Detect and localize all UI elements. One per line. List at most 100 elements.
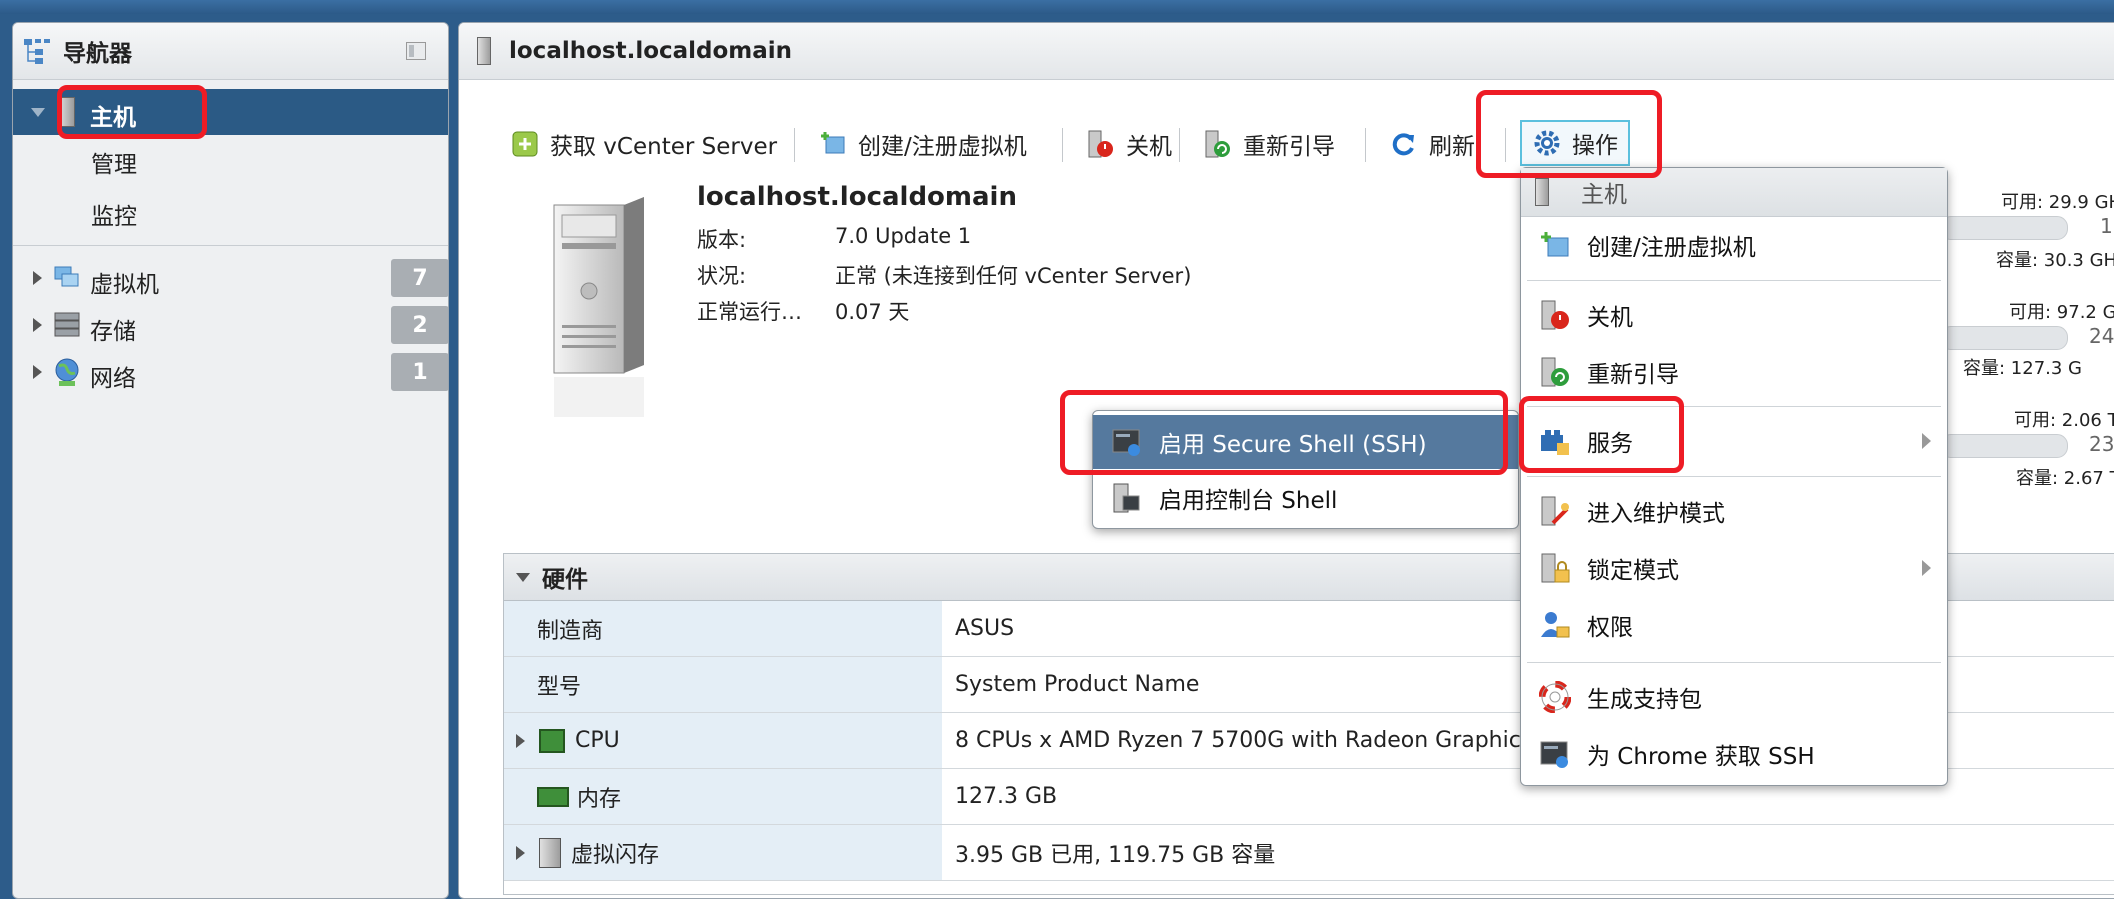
refresh-label: 刷新 [1429, 134, 1475, 160]
toolbar-separator [1179, 128, 1180, 162]
highlight-box [1519, 396, 1684, 473]
highlight-box [57, 85, 207, 139]
cpu-chip-icon [539, 728, 565, 753]
collapse-arrow-icon[interactable] [516, 572, 530, 582]
menu-separator [1527, 476, 1941, 477]
nav-monitor-label: 监控 [91, 204, 137, 230]
expand-arrow-icon[interactable] [33, 318, 42, 332]
get-vcenter-label: 获取 vCenter Server [550, 134, 778, 160]
row-label: CPU [575, 728, 620, 753]
get-vcenter-button[interactable]: 获取 vCenter Server [510, 124, 777, 164]
nav-network-item[interactable]: 网络 1 [13, 353, 448, 393]
refresh-button[interactable]: 刷新 [1389, 124, 1475, 164]
menu-maintenance[interactable]: 进入维护模式 [1521, 484, 1947, 538]
storage-capacity: 容量: 2.67 T [2016, 468, 2114, 489]
storage-used: 23 [2089, 432, 2114, 456]
nav-divider [13, 245, 448, 246]
flash-storage-icon [539, 837, 561, 868]
create-vm-icon [818, 129, 848, 159]
reboot-button[interactable]: 重新引导 [1203, 124, 1335, 164]
cpu-capacity: 容量: 30.3 GH [1996, 250, 2114, 271]
row-label: 虚拟闪存 [571, 842, 660, 868]
menu-shutdown[interactable]: 关机 [1521, 288, 1947, 342]
navigator-panel: 导航器 主机 管理 监控 虚拟机 7 存储 2 网络 1 [12, 22, 449, 899]
info-label: 版本: [697, 228, 747, 252]
nav-manage-item[interactable]: 管理 [91, 145, 137, 179]
nav-storage-item[interactable]: 存储 2 [13, 306, 448, 346]
menu-lockdown[interactable]: 锁定模式 [1521, 541, 1947, 595]
user-permissions-icon [1539, 609, 1571, 641]
nav-vms-label: 虚拟机 [90, 272, 159, 298]
expand-arrow-icon[interactable] [516, 733, 525, 748]
shutdown-button[interactable]: 关机 [1086, 124, 1172, 164]
shutdown-label: 关机 [1126, 134, 1172, 160]
row-label: 制造商 [537, 618, 604, 644]
row-value: 127.3 GB [955, 784, 1058, 809]
nav-monitor-item[interactable]: 监控 [91, 197, 137, 231]
menu-permissions[interactable]: 权限 [1521, 598, 1947, 652]
power-off-icon [1539, 299, 1571, 331]
info-value: 0.07 天 [835, 300, 910, 324]
cpu-free: 可用: 29.9 GH [2001, 192, 2114, 213]
toolbar-separator [1365, 128, 1366, 162]
table-row[interactable]: 虚拟闪存 3.95 GB 已用, 119.75 GB 容量 [504, 825, 2114, 881]
submenu-arrow-icon [1922, 433, 1931, 449]
menu-create-vm[interactable]: 创建/注册虚拟机 [1521, 218, 1947, 272]
create-vm-label: 创建/注册虚拟机 [858, 134, 1027, 160]
menu-support-bundle[interactable]: 生成支持包 [1521, 670, 1947, 724]
info-value: 7.0 Update 1 [835, 224, 972, 248]
storage-free: 可用: 2.06 T [2014, 410, 2114, 431]
memory-usage-bar [1940, 326, 2068, 350]
highlight-box [1476, 90, 1662, 178]
row-label: 型号 [537, 674, 582, 700]
expand-arrow-icon[interactable] [33, 365, 42, 379]
storage-icon [53, 312, 81, 338]
create-vm-button[interactable]: 创建/注册虚拟机 [818, 124, 1027, 164]
vm-count-badge: 7 [391, 259, 448, 297]
collapse-arrow-icon[interactable] [31, 108, 45, 117]
nav-manage-label: 管理 [91, 152, 137, 178]
cpu-used: 1 [2100, 214, 2113, 238]
memory-used: 24 [2089, 324, 2114, 348]
vcenter-icon [510, 129, 540, 159]
nav-storage-label: 存储 [90, 319, 136, 345]
expand-arrow-icon[interactable] [516, 845, 525, 860]
memory-capacity: 容量: 127.3 G [1963, 358, 2082, 379]
menu-permissions-label: 权限 [1587, 615, 1633, 641]
info-label: 状况: [697, 264, 747, 288]
highlight-box [1060, 390, 1508, 475]
submenu-arrow-icon [1922, 560, 1931, 576]
navigator-header: 导航器 [13, 23, 448, 80]
server-icon [477, 37, 491, 65]
reboot-icon [1539, 356, 1571, 388]
storage-usage-bar [1940, 434, 2068, 458]
row-value: System Product Name [955, 672, 1200, 697]
menu-chrome-ssh-label: 为 Chrome 获取 SSH [1587, 744, 1815, 770]
navigator-tree-icon [23, 37, 53, 65]
menu-reboot[interactable]: 重新引导 [1521, 345, 1947, 399]
network-globe-icon [53, 357, 83, 387]
menu-support-bundle-label: 生成支持包 [1587, 687, 1702, 713]
maintenance-icon [1539, 495, 1571, 527]
create-vm-icon [1539, 229, 1571, 261]
storage-count-badge: 2 [391, 306, 448, 344]
collapse-panel-icon[interactable] [406, 42, 426, 60]
nav-vms-item[interactable]: 虚拟机 7 [13, 259, 448, 299]
menu-chrome-ssh[interactable]: 为 Chrome 获取 SSH [1521, 727, 1947, 781]
refresh-icon [1389, 129, 1419, 159]
expand-arrow-icon[interactable] [33, 271, 42, 285]
menu-create-vm-label: 创建/注册虚拟机 [1587, 235, 1756, 261]
nav-network-label: 网络 [90, 366, 136, 392]
host-server-image [548, 195, 648, 425]
toolbar-separator [1062, 128, 1063, 162]
row-value: 8 CPUs x AMD Ryzen 7 5700G with Radeon G… [955, 728, 1533, 753]
actions-menu-title: 主机 [1581, 182, 1627, 208]
enable-console-shell-item[interactable]: 启用控制台 Shell [1093, 471, 1518, 525]
lifebuoy-icon [1538, 680, 1572, 714]
menu-shutdown-label: 关机 [1587, 305, 1633, 331]
menu-reboot-label: 重新引导 [1587, 362, 1679, 388]
info-label: 正常运行… [697, 300, 802, 324]
ssh-terminal-icon [1539, 738, 1571, 770]
vm-icon [53, 265, 81, 291]
menu-separator [1527, 662, 1941, 663]
